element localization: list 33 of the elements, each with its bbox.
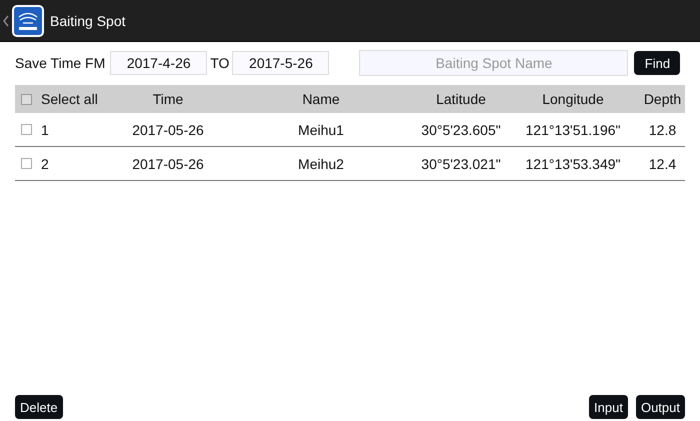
table-cell: 2017-05-26	[132, 156, 204, 172]
delete-button[interactable]: Delete	[15, 395, 63, 419]
table-cell: 12.4	[648, 156, 676, 172]
window-title: Baiting Spot	[50, 12, 126, 28]
checkbox[interactable]	[21, 158, 32, 169]
to-label: TO	[210, 55, 230, 71]
column-header: Depth	[644, 91, 682, 107]
select-all-label: Select all	[41, 91, 98, 107]
output-button[interactable]: Output	[636, 395, 685, 419]
search-field[interactable]: Baiting Spot Name	[359, 50, 628, 76]
table-cell: Meihu1	[298, 122, 344, 138]
checkbox[interactable]	[21, 94, 32, 104]
to-date-field[interactable]: 2017-5-26	[232, 51, 330, 75]
find-button[interactable]: Find	[634, 51, 680, 75]
table-cell: 12.8	[648, 122, 676, 138]
input-button[interactable]: Input	[589, 395, 628, 419]
table-cell: 30°5'23.605"	[421, 122, 501, 138]
column-header: Latitude	[436, 91, 486, 107]
table-cell: 121°13'51.196"	[526, 122, 620, 138]
checkbox[interactable]	[21, 124, 32, 135]
table-cell: 30°5'23.021"	[421, 156, 501, 172]
row-index: 1	[41, 122, 49, 138]
column-header: Name	[302, 91, 340, 107]
back-icon[interactable]	[3, 14, 9, 26]
row-index: 2	[41, 156, 49, 172]
column-header: Longitude	[542, 91, 604, 107]
column-header: Time	[152, 91, 184, 107]
table-cell: 2017-05-26	[132, 122, 204, 138]
from-date-field[interactable]: 2017-4-26	[110, 51, 208, 75]
table-cell: 121°13'53.349"	[526, 156, 620, 172]
app-logo-icon	[11, 4, 45, 38]
from-label: Save Time FM	[15, 55, 106, 71]
table-cell: Meihu2	[298, 156, 344, 172]
